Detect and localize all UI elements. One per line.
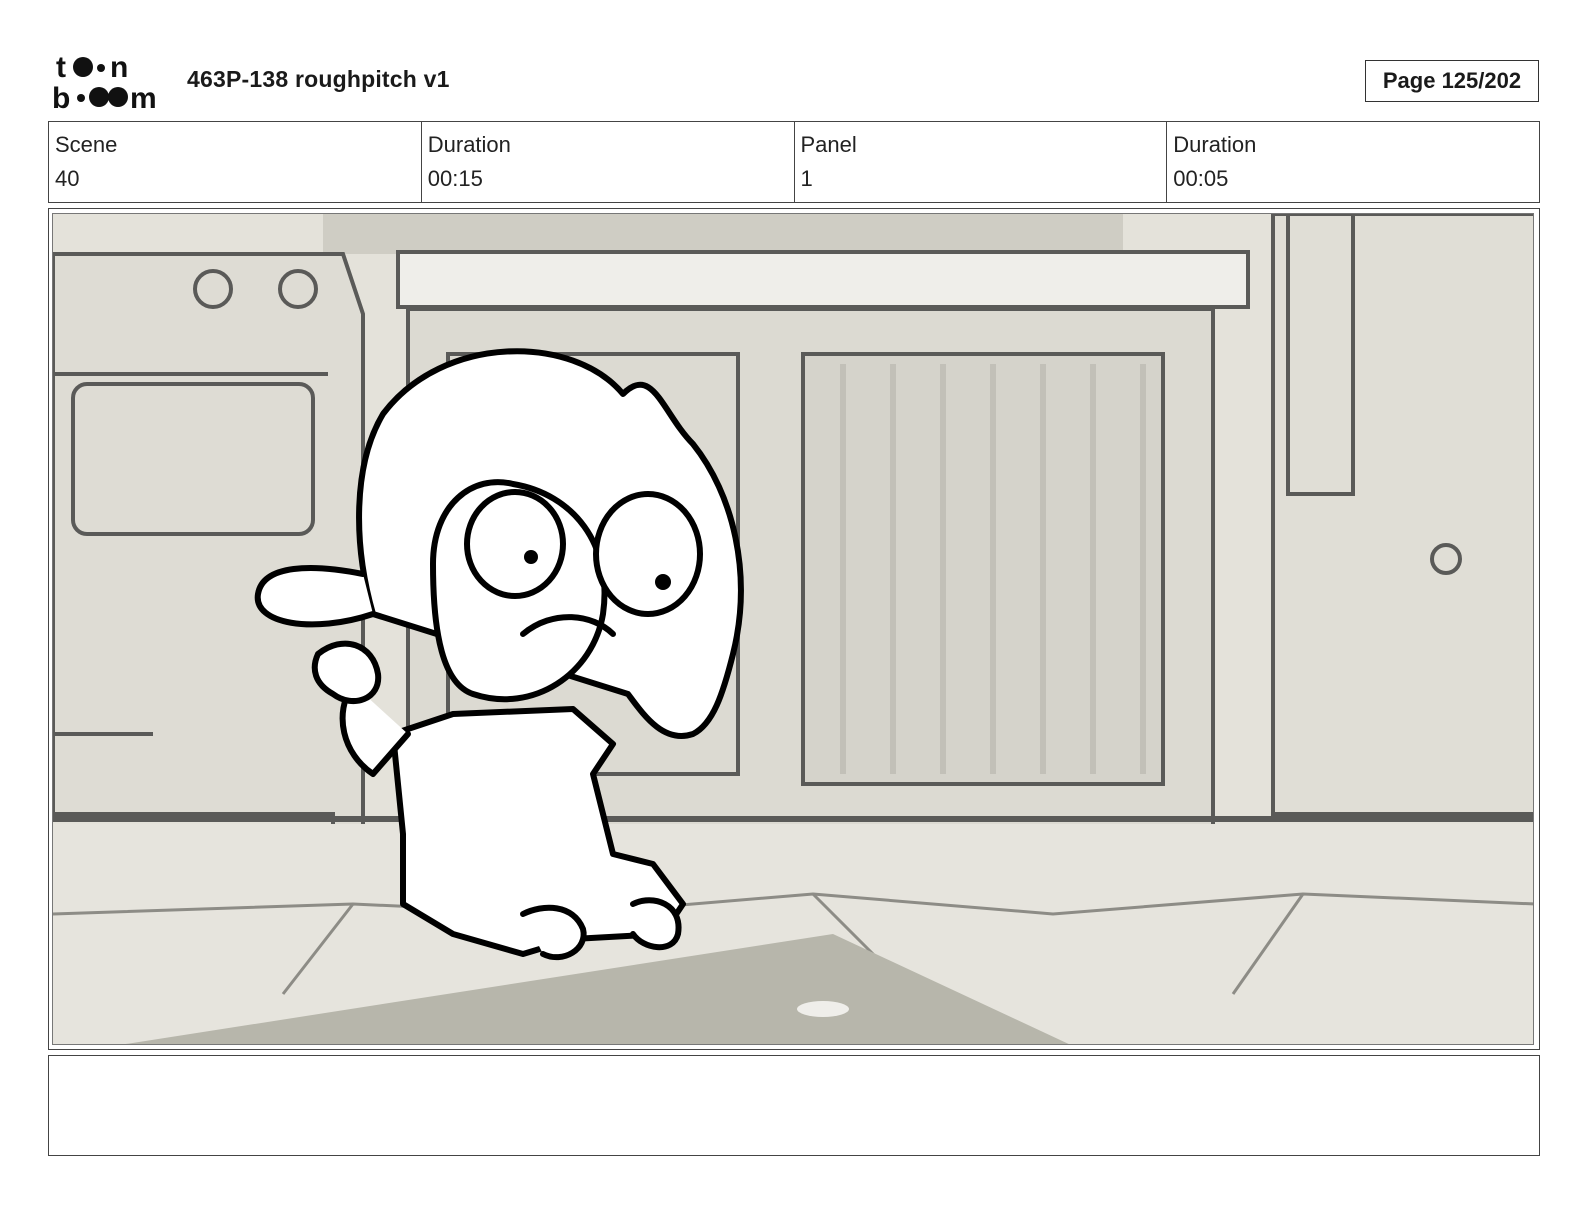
scene-cell: Scene 40 — [49, 122, 421, 202]
svg-text:n: n — [110, 51, 128, 84]
scene-value: 40 — [55, 166, 80, 191]
panel-label: Panel — [800, 132, 857, 157]
panel-duration-label: Duration — [1173, 132, 1257, 157]
scene-duration-label: Duration — [427, 132, 511, 157]
scene-duration-value: 00:15 — [427, 166, 483, 191]
page-indicator: Page 125/202 — [1365, 60, 1539, 102]
svg-text:m: m — [130, 82, 157, 112]
scene-duration-cell: Duration 00:15 — [420, 122, 794, 202]
panel-notes-box — [48, 1055, 1540, 1156]
stove — [53, 252, 365, 836]
svg-text:b: b — [52, 82, 70, 112]
panel-duration-cell: Duration 00:05 — [1166, 122, 1539, 202]
panel-cell: Panel 1 — [793, 122, 1167, 202]
svg-text:t: t — [56, 51, 66, 84]
scene-info-table: Scene 40 Duration 00:15 Panel 1 Duration… — [48, 121, 1540, 203]
panel-value: 1 — [800, 166, 813, 191]
toon-boom-logo: t n b m — [52, 50, 164, 115]
scene-label: Scene — [55, 132, 118, 157]
document-title: 463P-138 roughpitch v1 — [187, 66, 450, 92]
storyboard-panel-image — [52, 213, 1534, 1045]
panel-duration-value: 00:05 — [1173, 166, 1229, 191]
